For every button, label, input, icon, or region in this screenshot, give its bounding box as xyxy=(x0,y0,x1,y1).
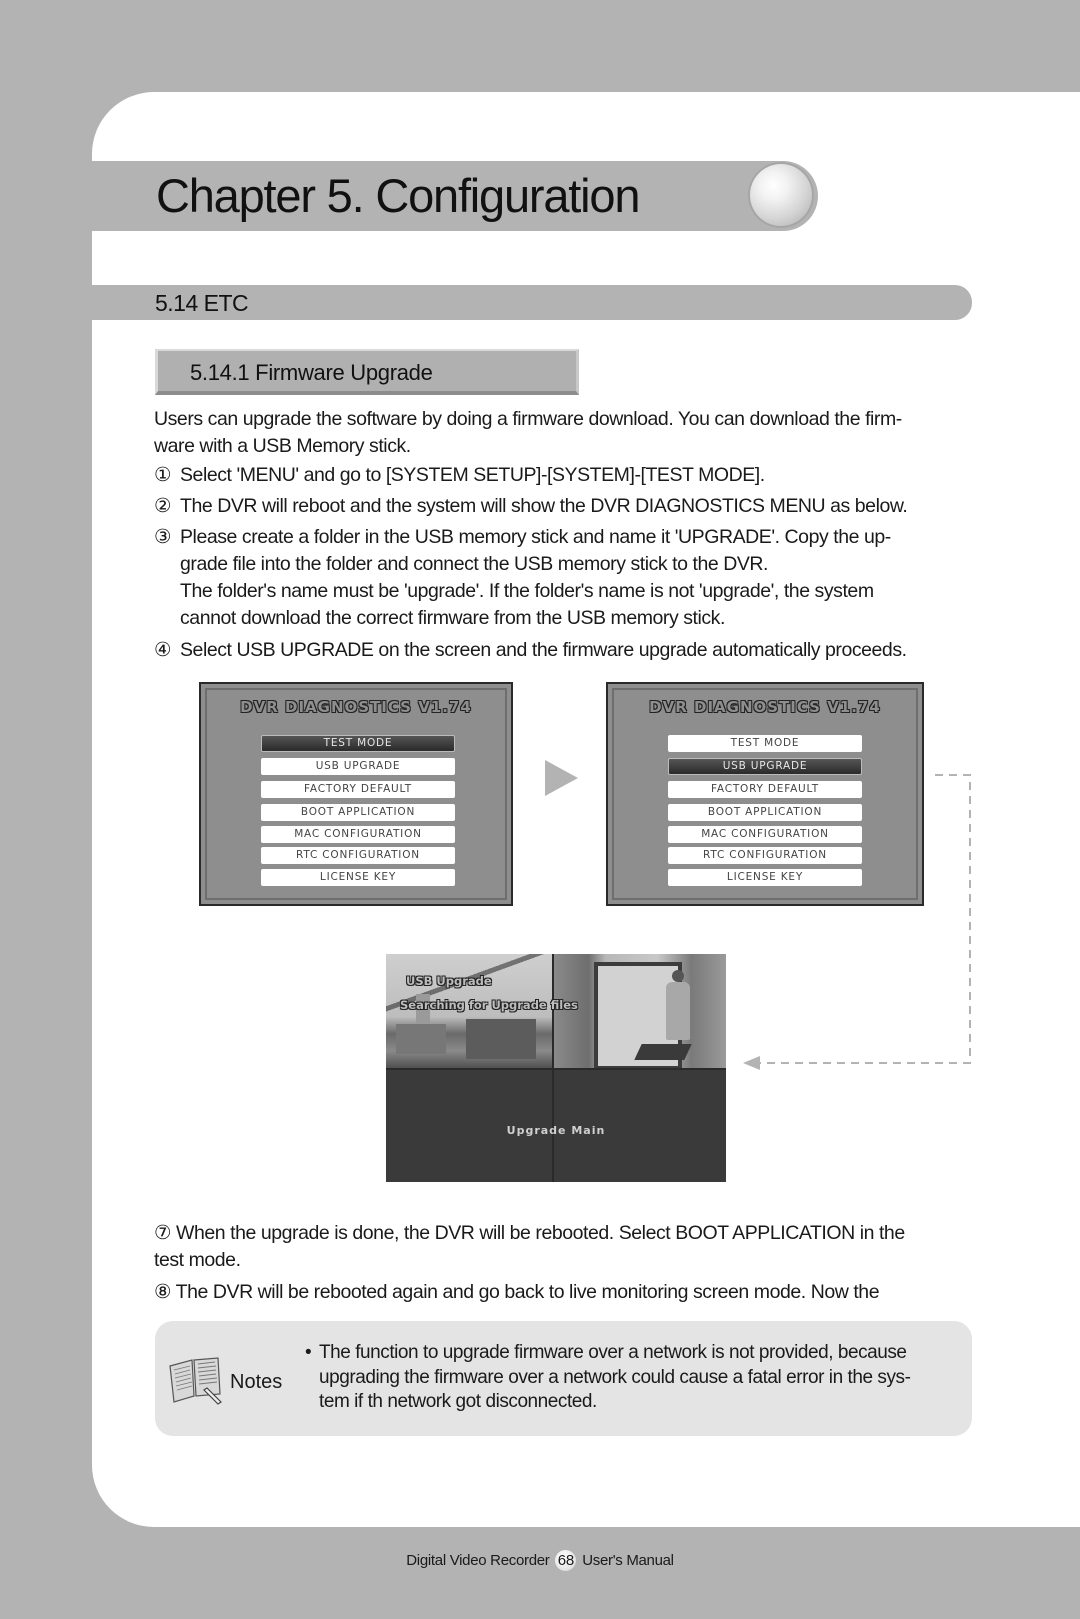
open-book-icon xyxy=(169,1357,222,1405)
step-8: ⑧ The DVR will be rebooted again and go … xyxy=(154,1279,974,1306)
footer-subtitle: User's Manual xyxy=(582,1552,674,1569)
split-divider xyxy=(386,1068,726,1070)
page-footer: Digital Video Recorder 68 User's Manual xyxy=(0,1550,1080,1572)
osd-title: USB Upgrade xyxy=(406,974,492,988)
step-text: test mode. xyxy=(154,1249,241,1271)
notes-line: The function to upgrade firmware over a … xyxy=(319,1342,907,1363)
usb-upgrade-screen: USB Upgrade Searching for Upgrade files … xyxy=(386,954,726,1182)
step-number: ⑦ xyxy=(154,1222,172,1244)
step-text: When the upgrade is done, the DVR will b… xyxy=(176,1222,905,1244)
step-text: The DVR will be rebooted again and go ba… xyxy=(175,1281,880,1303)
step-7: ⑦ When the upgrade is done, the DVR will… xyxy=(154,1220,974,1274)
osd-status: Searching for Upgrade files xyxy=(400,998,578,1012)
step-number: ⑧ xyxy=(154,1281,172,1303)
upgrade-main-label: Upgrade Main xyxy=(506,1124,606,1137)
page-number: 68 xyxy=(555,1550,577,1571)
camera-view-doorway xyxy=(554,954,726,1070)
notes-text: • The function to upgrade firmware over a… xyxy=(305,1341,955,1415)
notes-label: Notes xyxy=(230,1371,283,1393)
bullet: • xyxy=(305,1342,312,1363)
footer-title: Digital Video Recorder xyxy=(406,1552,550,1569)
notes-line: tem if th network got disconnected. xyxy=(319,1391,597,1412)
notes-line: upgrading the firmware over a network co… xyxy=(319,1366,911,1388)
